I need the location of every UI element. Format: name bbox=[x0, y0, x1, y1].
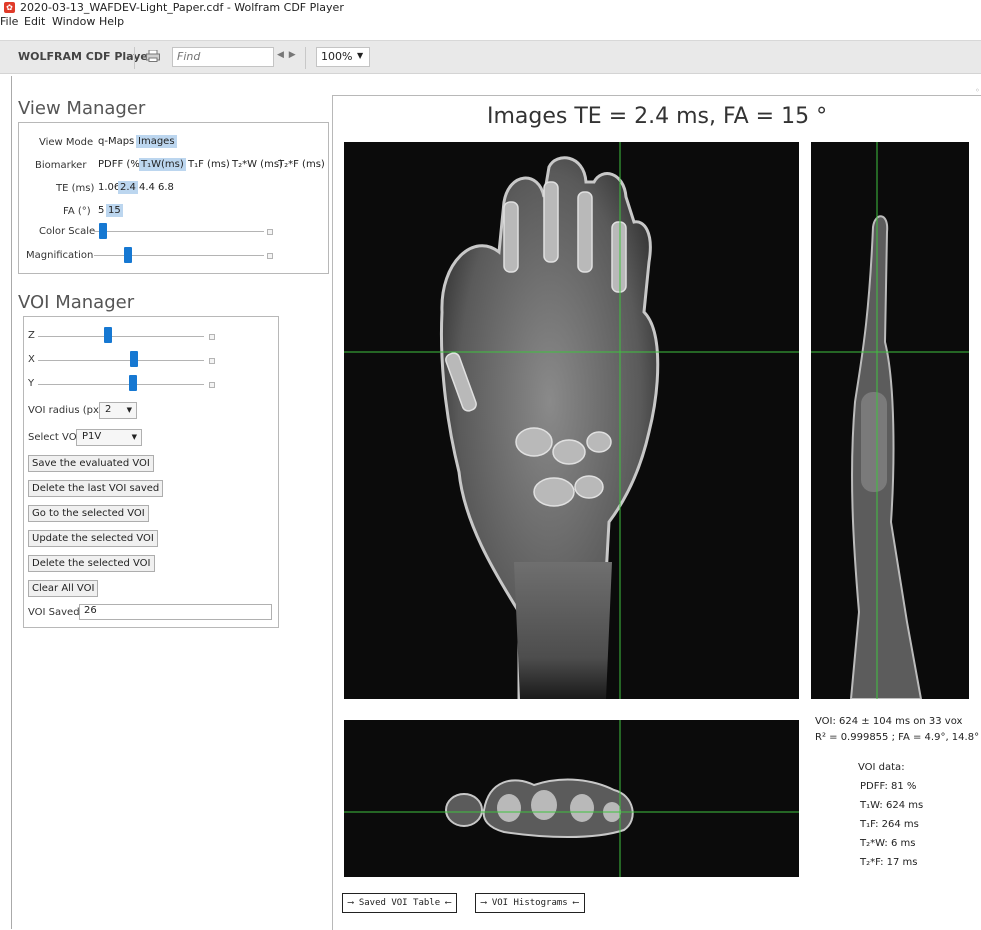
chevron-down-icon: ▼ bbox=[131, 433, 137, 441]
fa-option-15[interactable]: 15 bbox=[106, 204, 123, 217]
menu-edit[interactable]: Edit bbox=[24, 15, 45, 28]
voi-summary-line-1: VOI: 624 ± 104 ms on 33 vox bbox=[815, 716, 963, 727]
z-slider-expand[interactable] bbox=[209, 334, 215, 340]
voi-radius-label: VOI radius (px) bbox=[28, 405, 103, 416]
coronal-image[interactable] bbox=[344, 142, 799, 699]
voi-radius-value: 2 bbox=[105, 404, 112, 415]
y-slider-thumb[interactable] bbox=[128, 375, 137, 391]
view-mode-images[interactable]: Images bbox=[136, 135, 177, 148]
te-option-2-4[interactable]: 2.4 bbox=[118, 181, 138, 194]
hand-mri-axial bbox=[344, 720, 799, 877]
voi-data-pdff: PDFF: 81 % bbox=[860, 781, 917, 792]
voi-saved-field[interactable]: 26 bbox=[79, 604, 272, 620]
hand-mri-sagittal bbox=[811, 142, 969, 699]
find-prev-next-arrows[interactable]: ◀ ▶ bbox=[277, 50, 297, 60]
viewer-title: Images TE = 2.4 ms, FA = 15 ° bbox=[487, 104, 828, 129]
z-slider[interactable] bbox=[38, 336, 204, 337]
view-mode-qmaps[interactable]: q-Maps bbox=[96, 135, 136, 148]
x-slider-expand[interactable] bbox=[209, 358, 215, 364]
x-slider[interactable] bbox=[38, 360, 204, 361]
clear-all-voi-button[interactable]: Clear All VOI bbox=[28, 580, 99, 597]
x-slider-thumb[interactable] bbox=[130, 351, 139, 367]
toolbar-separator bbox=[134, 47, 135, 69]
voi-histograms-tab[interactable]: ⟶ VOI Histograms ⟵ bbox=[475, 893, 585, 913]
window-title: 2020-03-13_WAFDEV-Light_Paper.cdf - Wolf… bbox=[20, 1, 344, 14]
color-scale-label: Color Scale bbox=[39, 226, 96, 237]
save-evaluated-voi-button[interactable]: Save the evaluated VOI bbox=[28, 455, 154, 472]
biomarker-t1f[interactable]: T₁F (ms) bbox=[186, 158, 232, 171]
hand-mri-coronal bbox=[344, 142, 799, 699]
z-slider-thumb[interactable] bbox=[103, 327, 112, 343]
voi-data-t2starw: T₂*W: 6 ms bbox=[860, 838, 916, 849]
menu-help[interactable]: Help bbox=[99, 15, 124, 28]
select-voi-label: Select VOI bbox=[28, 432, 80, 443]
menu-bar: File Edit Window Help bbox=[0, 14, 981, 30]
viewer-options-icon[interactable]: ◦ bbox=[975, 86, 980, 95]
magnification-slider-thumb[interactable] bbox=[124, 247, 132, 263]
zoom-value: 100% bbox=[321, 50, 353, 63]
color-scale-slider-expand[interactable] bbox=[267, 229, 273, 235]
menu-file[interactable]: File bbox=[0, 15, 18, 28]
color-scale-slider[interactable] bbox=[94, 231, 264, 232]
voi-summary-line-2: R² = 0.999855 ; FA = 4.9°, 14.8° bbox=[815, 732, 980, 743]
select-voi-value: P1V bbox=[82, 431, 102, 442]
x-slider-label: X bbox=[28, 354, 35, 365]
voi-saved-value: 26 bbox=[84, 605, 97, 616]
zoom-select[interactable]: 100% ▼ bbox=[316, 47, 370, 67]
magnification-label: Magnification bbox=[26, 250, 94, 261]
delete-selected-voi-button[interactable]: Delete the selected VOI bbox=[28, 555, 155, 572]
delete-last-voi-button[interactable]: Delete the last VOI saved bbox=[28, 480, 164, 497]
select-voi-dropdown[interactable]: P1V ▼ bbox=[76, 429, 142, 446]
toolbar-separator bbox=[305, 47, 306, 69]
go-to-selected-voi-button[interactable]: Go to the selected VOI bbox=[28, 505, 149, 522]
voi-manager-heading: VOI Manager bbox=[18, 292, 135, 313]
axial-image[interactable] bbox=[344, 720, 799, 877]
sagittal-image[interactable] bbox=[811, 142, 969, 699]
biomarker-t1w[interactable]: T₁W(ms) bbox=[139, 158, 186, 171]
voi-data-title: VOI data: bbox=[858, 762, 905, 773]
biomarker-label: Biomarker bbox=[35, 160, 87, 171]
update-selected-voi-button[interactable]: Update the selected VOI bbox=[28, 530, 158, 547]
fa-option-5[interactable]: 5 bbox=[96, 204, 106, 217]
find-input[interactable] bbox=[173, 48, 273, 64]
print-icon[interactable] bbox=[146, 50, 160, 62]
toolbar-app-name: WOLFRAM CDF Player bbox=[18, 50, 154, 63]
menu-window[interactable]: Window bbox=[52, 15, 95, 28]
find-field[interactable] bbox=[172, 47, 274, 67]
voi-radius-dropdown[interactable]: 2 ▼ bbox=[99, 402, 137, 419]
voi-saved-label: VOI Saved bbox=[28, 607, 80, 618]
voi-data-t1f: T₁F: 264 ms bbox=[860, 819, 919, 830]
y-slider-expand[interactable] bbox=[209, 382, 215, 388]
magnification-slider-expand[interactable] bbox=[267, 253, 273, 259]
chevron-down-icon: ▼ bbox=[126, 406, 132, 414]
voi-data-t1w: T₁W: 624 ms bbox=[860, 800, 924, 811]
color-scale-slider-thumb[interactable] bbox=[98, 223, 107, 239]
view-mode-label: View Mode bbox=[39, 137, 94, 148]
y-slider-label: Y bbox=[28, 378, 35, 389]
te-option-4-4[interactable]: 4.4 bbox=[137, 181, 157, 194]
view-manager-heading: View Manager bbox=[18, 98, 146, 119]
magnification-slider[interactable] bbox=[94, 255, 264, 256]
fa-label: FA (°) bbox=[63, 206, 91, 217]
voi-data-t2starf: T₂*F: 17 ms bbox=[860, 857, 918, 868]
biomarker-t2starf[interactable]: T₂*F (ms) bbox=[276, 158, 327, 171]
te-option-6-8[interactable]: 6.8 bbox=[156, 181, 176, 194]
app-icon: ✿ bbox=[4, 2, 15, 13]
y-slider[interactable] bbox=[38, 384, 204, 385]
te-label: TE (ms) bbox=[56, 183, 95, 194]
saved-voi-table-tab[interactable]: ⟶ Saved VOI Table ⟵ bbox=[342, 893, 457, 913]
chevron-down-icon: ▼ bbox=[357, 51, 364, 60]
z-slider-label: Z bbox=[28, 330, 35, 341]
document-left-border bbox=[11, 76, 12, 929]
